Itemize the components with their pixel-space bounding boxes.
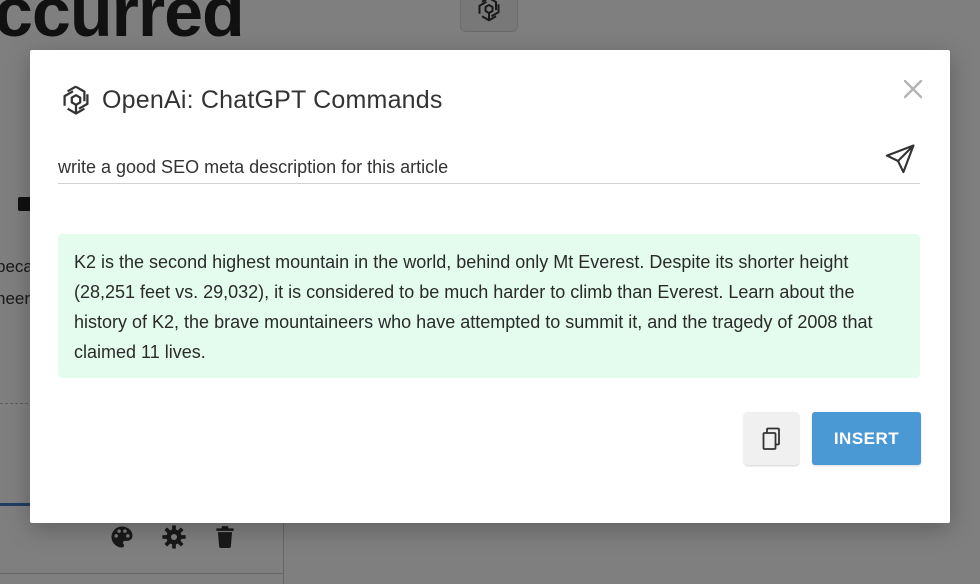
dialog-title: OpenAi: ChatGPT Commands [102, 85, 443, 114]
response-text: K2 is the second highest mountain in the… [74, 252, 873, 362]
close-button[interactable] [902, 78, 924, 100]
copy-button[interactable] [744, 412, 799, 465]
openai-logo-icon [63, 85, 89, 115]
send-icon [885, 144, 915, 174]
response-box: K2 is the second highest mountain in the… [58, 234, 920, 378]
copy-icon [762, 427, 780, 450]
dialog-header: OpenAi: ChatGPT Commands [58, 82, 443, 118]
chatgpt-commands-dialog: OpenAi: ChatGPT Commands K2 is the secon… [30, 50, 950, 523]
prompt-input[interactable] [58, 153, 858, 181]
insert-button[interactable]: INSERT [812, 412, 921, 465]
close-icon [903, 79, 923, 99]
send-button[interactable] [882, 142, 918, 178]
prompt-field-row [58, 142, 920, 184]
